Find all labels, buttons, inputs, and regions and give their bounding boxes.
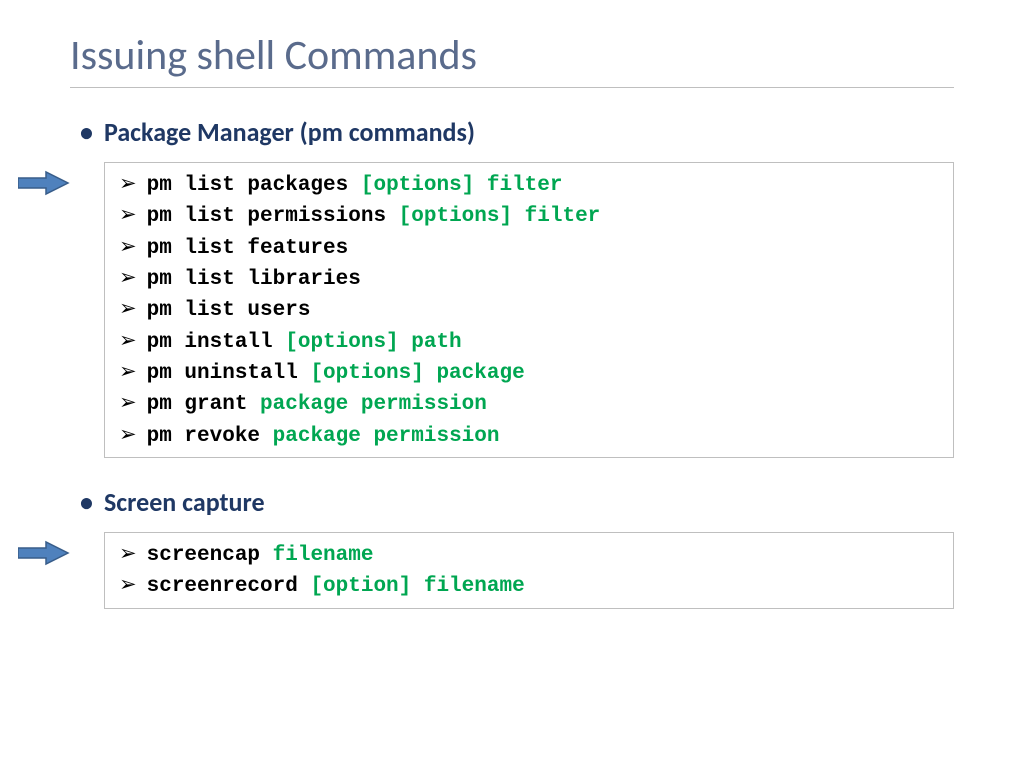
chevron-icon: ➢ bbox=[119, 326, 137, 354]
code-box-pm: ➢ pm list packages [options] filter ➢ pm l… bbox=[104, 162, 954, 458]
chevron-icon: ➢ bbox=[119, 200, 137, 228]
chevron-icon: ➢ bbox=[119, 539, 137, 567]
command-args: [options] filter bbox=[361, 172, 563, 200]
arrow-icon bbox=[18, 540, 70, 566]
command-line: ➢ pm install [options] path bbox=[119, 326, 939, 357]
command-args: [options] filter bbox=[399, 203, 601, 231]
command-line: ➢ pm list libraries bbox=[119, 263, 939, 294]
command-line: ➢ pm list features bbox=[119, 232, 939, 263]
command-text: pm list packages bbox=[147, 172, 361, 200]
command-args: [options] package bbox=[310, 360, 524, 388]
command-text: pm list users bbox=[147, 297, 311, 325]
slide-title: Issuing shell Commands bbox=[70, 30, 954, 88]
chevron-icon: ➢ bbox=[119, 388, 137, 416]
command-text: pm revoke bbox=[147, 423, 273, 451]
chevron-icon: ➢ bbox=[119, 232, 137, 260]
chevron-icon: ➢ bbox=[119, 357, 137, 385]
command-text: pm list features bbox=[147, 235, 349, 263]
chevron-icon: ➢ bbox=[119, 570, 137, 598]
command-args: [option] filename bbox=[310, 573, 524, 601]
command-text: pm grant bbox=[147, 391, 260, 419]
command-args: package permission bbox=[260, 391, 487, 419]
command-line: ➢ screenrecord [option] filename bbox=[119, 570, 939, 601]
command-text: pm uninstall bbox=[147, 360, 311, 388]
command-text: pm install bbox=[147, 329, 286, 357]
command-args: package permission bbox=[273, 423, 500, 451]
arrow-icon bbox=[18, 170, 70, 196]
command-line: ➢ pm list packages [options] filter bbox=[119, 169, 939, 200]
command-line: ➢ pm grant package permission bbox=[119, 388, 939, 419]
command-text: screencap bbox=[147, 542, 273, 570]
command-line: ➢ pm list users bbox=[119, 294, 939, 325]
command-args: filename bbox=[273, 542, 374, 570]
command-line: ➢ screencap filename bbox=[119, 539, 939, 570]
command-args: [options] path bbox=[285, 329, 461, 357]
chevron-icon: ➢ bbox=[119, 263, 137, 291]
chevron-icon: ➢ bbox=[119, 420, 137, 448]
code-box-screen: ➢ screencap filename ➢ screenrecord [optio… bbox=[104, 532, 954, 609]
section-heading: Screen capture bbox=[104, 486, 954, 518]
command-text: screenrecord bbox=[147, 573, 311, 601]
section-heading: Package Manager (pm commands) bbox=[104, 116, 954, 148]
command-line: ➢ pm uninstall [options] package bbox=[119, 357, 939, 388]
section-screen-capture: Screen capture ➢ screencap filename ➢ scre… bbox=[70, 486, 954, 609]
chevron-icon: ➢ bbox=[119, 169, 137, 197]
command-line: ➢ pm revoke package permission bbox=[119, 420, 939, 451]
chevron-icon: ➢ bbox=[119, 294, 137, 322]
command-text: pm list permissions bbox=[147, 203, 399, 231]
section-package-manager: Package Manager (pm commands) ➢ pm list p… bbox=[70, 116, 954, 458]
slide: Issuing shell Commands Package Manager (… bbox=[0, 0, 1024, 609]
command-line: ➢ pm list permissions [options] filter bbox=[119, 200, 939, 231]
command-text: pm list libraries bbox=[147, 266, 361, 294]
